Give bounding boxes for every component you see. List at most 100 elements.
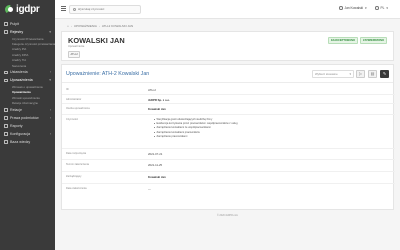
user-name: Jan Kowalski (344, 6, 364, 10)
chevron-right-icon: › (49, 131, 51, 136)
detail-value: 2021-07-21 (148, 151, 163, 156)
detail-label: Administrator (66, 97, 82, 101)
home-icon (4, 22, 8, 26)
play-icon: ▷ (358, 71, 363, 76)
logo-text: igdpr (16, 4, 40, 15)
card-header: Upoważnienie: ATH-2 Kowalski Jan Wybierz… (62, 65, 393, 83)
detail-row: Termin zakończenia 2021-11-25 (62, 160, 395, 172)
detail-label: Zarządzający (66, 174, 82, 178)
user-menu[interactable]: Jan Kowalski ▾ (339, 6, 367, 10)
user-icon (4, 116, 8, 120)
status-badge: ZATWIERDZONO (360, 37, 387, 44)
detail-row: Data rozpoczęcia 2021-07-21 (62, 149, 395, 160)
details-card: Upoważnienie: ATH-2 Kowalski Jan Wybierz… (61, 64, 395, 210)
sidebar: igdpr Pulpit Rejestry ▾ Czynności Przetw… (0, 0, 55, 250)
page-subtitle: Upoważnienie (68, 45, 85, 48)
search-box[interactable] (69, 5, 141, 14)
chevron-right-icon: › (49, 115, 51, 120)
page-title: KOWALSKI JAN (68, 36, 125, 45)
sidebar-item-label: Baza wiedzy (10, 139, 31, 144)
chevron-down-icon: ▾ (386, 6, 389, 10)
sidebar-item-label: Konfiguracja (10, 131, 30, 136)
detail-row: Zarządzający Kowalski Jan (62, 172, 395, 184)
search-icon (72, 7, 76, 11)
id-chip: ATH-2 (68, 51, 81, 58)
user-icon (339, 6, 343, 10)
report-icon (4, 124, 8, 128)
globe-icon (375, 6, 379, 10)
menu-icon[interactable] (61, 6, 66, 11)
chevron-down-icon: ▾ (49, 78, 51, 83)
sidebar-item-ustawienia[interactable]: Ustawienia › (0, 68, 55, 76)
chevron-right-icon: › (49, 107, 51, 112)
sidebar-item-relacje[interactable]: Relacje › (0, 106, 55, 114)
sidebar-nav: Pulpit Rejestry ▾ Czynności Przetwarzani… (0, 20, 55, 146)
status-badges: ZAAKCEPTOWANO ZATWIERDZONO (327, 37, 387, 44)
logo-mark-icon (5, 5, 14, 14)
detail-value[interactable]: Kowalski Jan (148, 107, 166, 111)
gear-icon (4, 132, 8, 136)
sidebar-item-baza-wiedzy[interactable]: Baza wiedzy (0, 138, 55, 146)
language-selector[interactable]: PL ▾ (375, 6, 388, 10)
sidebar-item-upowaznienia[interactable]: Upoważnienia ▾ (0, 76, 55, 84)
card-title: Upoważnienie: ATH-2 Kowalski Jan (66, 71, 150, 77)
sidebar-item-prawa-podmiotow[interactable]: Prawa podmiotów › (0, 114, 55, 122)
activities-list: Weryfikacja gości odwiedzających siedzib… (154, 118, 238, 140)
detail-row: Czynności Weryfikacja gości odwiedzający… (62, 115, 395, 149)
sidebar-item-label: Relacje (10, 107, 22, 112)
sidebar-item-rejestry[interactable]: Rejestry ▾ (0, 28, 55, 36)
detail-row: ID ATH-2 (62, 85, 395, 95)
detail-label: Czynności (66, 117, 78, 121)
sidebar-item-label: Upoważnienia (10, 78, 33, 83)
key-icon (4, 78, 8, 83)
sidebar-item-raporty[interactable]: Raporty (0, 122, 55, 130)
breadcrumb-separator: › (98, 24, 100, 28)
sidebar-item-label: Ustawienia (10, 70, 28, 75)
list-icon (4, 30, 8, 34)
logo[interactable]: igdpr (0, 0, 55, 19)
delete-button[interactable]: ▤ (368, 69, 377, 78)
sidebar-item-pulpit[interactable]: Pulpit (0, 20, 55, 28)
sidebar-item-label: Pulpit (10, 22, 19, 26)
chevron-down-icon: ▾ (349, 71, 351, 76)
play-button[interactable]: ▷ (356, 69, 365, 78)
book-icon (4, 140, 8, 144)
breadcrumb: ⌂ › UPOWAŻNIENIA › ATH-2 KOWALSKI JAN (67, 24, 133, 28)
sidebar-item-label: Rejestry (10, 30, 24, 34)
edit-icon: ✎ (382, 71, 387, 76)
detail-row: Osoba upoważniona Kowalski Jan (62, 104, 395, 115)
breadcrumb-separator: › (70, 24, 72, 28)
edit-button[interactable]: ✎ (380, 69, 389, 78)
select-placeholder: Wybierz stosowne (315, 71, 338, 76)
list-item[interactable]: Zarządzanie pracownikami (154, 135, 238, 139)
chevron-down-icon: ▾ (365, 6, 367, 10)
detail-value: ATH-2 (148, 87, 156, 92)
action-select[interactable]: Wybierz stosowne ▾ (312, 69, 354, 78)
status-badge: ZAAKCEPTOWANO (327, 37, 358, 44)
detail-row: Data zakończenia — (62, 184, 395, 196)
topbar: Jan Kowalski ▾ PL ▾ (55, 0, 400, 19)
detail-value[interactable]: iGDPR Sp. z o.o. (148, 98, 170, 102)
home-icon[interactable]: ⌂ (67, 24, 69, 28)
detail-label: Data rozpoczęcia (66, 151, 87, 155)
page-header: KOWALSKI JAN Upoważnienie ATH-2 ZAAKCEPT… (61, 31, 394, 61)
detail-row: Administrator iGDPR Sp. z o.o. (62, 95, 395, 104)
footer: © 2020 iGDPR.com (216, 214, 239, 217)
language-label: PL (380, 6, 385, 10)
detail-value[interactable]: Kowalski Jan (148, 175, 166, 179)
sidebar-item-label: Raporty (10, 123, 23, 128)
sidebar-item-konfiguracja[interactable]: Konfiguracja › (0, 130, 55, 138)
link-icon (4, 108, 8, 112)
detail-label: Data zakończenia (66, 186, 87, 190)
sidebar-item-label: Prawa podmiotów (10, 115, 39, 120)
search-input[interactable] (77, 7, 138, 12)
detail-value: — (148, 186, 151, 191)
detail-label: Osoba upoważniona (66, 106, 90, 110)
settings-icon (4, 70, 8, 75)
trash-icon: ▤ (370, 71, 375, 76)
details-list: ID ATH-2 Administrator iGDPR Sp. z o.o. … (62, 85, 395, 196)
detail-label: ID (66, 87, 69, 91)
chevron-down-icon: ▾ (49, 30, 51, 34)
detail-label: Termin zakończenia (66, 162, 89, 166)
breadcrumb-item[interactable]: UPOWAŻNIENIA (74, 24, 97, 28)
